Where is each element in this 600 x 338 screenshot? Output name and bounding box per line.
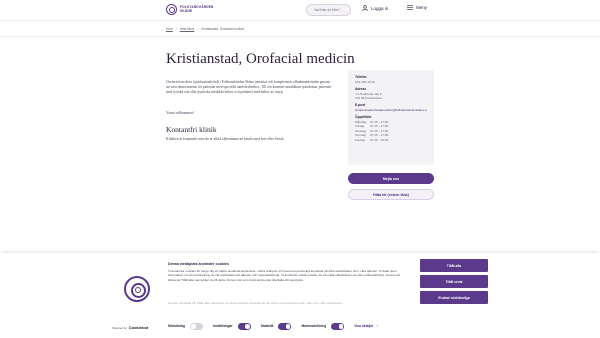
toggle-switch[interactable]: [331, 323, 345, 330]
menu-label: Meny: [416, 5, 428, 10]
show-details-link[interactable]: Visa detaljer ›: [354, 324, 377, 328]
login-label: Logga in: [371, 5, 389, 11]
toggle-switch[interactable]: [278, 323, 292, 330]
allow-all-button[interactable]: Tillåt alla: [420, 259, 488, 272]
welcome-text: Varmt välkommen!: [166, 111, 194, 115]
contact-button[interactable]: Mejla oss: [348, 173, 434, 184]
breadcrumb-separator: ›: [175, 27, 177, 31]
header-divider: [0, 20, 600, 21]
breadcrumb-divider: [0, 36, 600, 37]
breadcrumb-find-clinic[interactable]: Hitta klinik: [180, 27, 195, 31]
hours-row: Fredag 07:15 - 15:00: [355, 138, 427, 142]
phone-value[interactable]: 044-309 16 00: [355, 80, 427, 84]
search-input[interactable]: [314, 8, 350, 12]
breadcrumb-separator: ›: [197, 27, 199, 31]
search-box[interactable]: [306, 4, 351, 16]
phone-label: Telefon: [355, 75, 367, 79]
intro-text: Orofacial medicin (sjukhustandvård) i Fo…: [166, 80, 332, 95]
site-logo[interactable]: FOLKTANDVÅRDEN SKÅNE: [166, 4, 214, 15]
email-label: E-post: [355, 103, 366, 107]
cookie-logo-icon: [124, 276, 150, 302]
toggle-label: Marknadsföring: [301, 324, 327, 329]
address-value: J A Hedlunds väg 5 291 85 Kristianstad: [355, 92, 427, 100]
cookie-text-secondary: Genom att klicka på 'Tillåt alla' samtyc…: [168, 301, 344, 305]
toggle-label: Nödvändig: [168, 324, 186, 329]
payment-text: Kliniken är kontantfri men du är alltid …: [166, 137, 285, 141]
section-title: Kontantfri klinik: [166, 125, 217, 134]
toggle-label: Inställningar: [213, 324, 233, 329]
cookie-text: Vi använder cookies för att ge dig en bä…: [168, 269, 401, 282]
logo-text: FOLKTANDVÅRDEN SKÅNE: [180, 4, 214, 13]
toggle-switch[interactable]: [190, 323, 204, 330]
address-line-2: 291 85 Kristianstad: [355, 96, 382, 100]
powered-by-label: Powered by: [112, 325, 127, 330]
hamburger-icon: [407, 5, 413, 10]
address-label: Adress: [355, 87, 367, 91]
details-label: Visa detaljer: [354, 324, 374, 329]
cookie-toggles: Nödvändig Inställningar Statistik Markna…: [168, 323, 378, 330]
login-button[interactable]: Logga in: [362, 5, 388, 11]
necessary-only-button[interactable]: Endast nödvändiga: [420, 291, 488, 304]
toggle-marketing[interactable]: Marknadsföring: [301, 323, 345, 330]
toggle-necessary[interactable]: Nödvändig: [168, 323, 204, 330]
allow-selection-button[interactable]: Tillåt urval: [420, 275, 488, 288]
logo-icon: [166, 4, 177, 15]
hours-time: 07:15 - 15:00: [370, 137, 389, 142]
clinic-info-card: Telefon 044-309 16 00 Adress J A Hedlund…: [348, 70, 434, 165]
site-header: FOLKTANDVÅRDEN SKÅNE Logga in Meny: [0, 0, 600, 20]
breadcrumb: Hem › Hitta klinik › Kristianstad, Orofa…: [166, 27, 244, 31]
cookiebot-brand: Cookiebot: [128, 325, 149, 330]
cookie-title: Denna webbplats använder cookies: [168, 262, 229, 266]
toggle-preferences[interactable]: Inställningar: [213, 323, 251, 330]
toggle-label: Statistik: [260, 324, 274, 329]
hours-label: Öppettider: [355, 115, 372, 119]
hours-day: Fredag: [355, 137, 365, 142]
toggle-statistics[interactable]: Statistik: [261, 323, 292, 330]
breadcrumb-current: Kristianstad, Orofacial medicin: [201, 27, 245, 31]
directions-button[interactable]: Hitta hit (extern länk): [348, 189, 434, 200]
breadcrumb-home[interactable]: Hem: [166, 27, 173, 31]
toggle-switch[interactable]: [237, 323, 251, 330]
email-link[interactable]: kristianstadorofacialmedicin@folktandvar…: [355, 108, 427, 112]
opening-hours: Måndag 07:15 - 17:00 Tisdag 07:15 - 17:00 …: [355, 120, 427, 142]
user-icon: [362, 5, 368, 11]
page-title: Kristianstad, Orofacial medicin: [166, 51, 355, 67]
menu-button[interactable]: Meny: [407, 5, 427, 10]
chevron-right-icon: ›: [376, 324, 378, 329]
cookiebot-badge[interactable]: Powered by Cookiebot: [112, 325, 148, 330]
